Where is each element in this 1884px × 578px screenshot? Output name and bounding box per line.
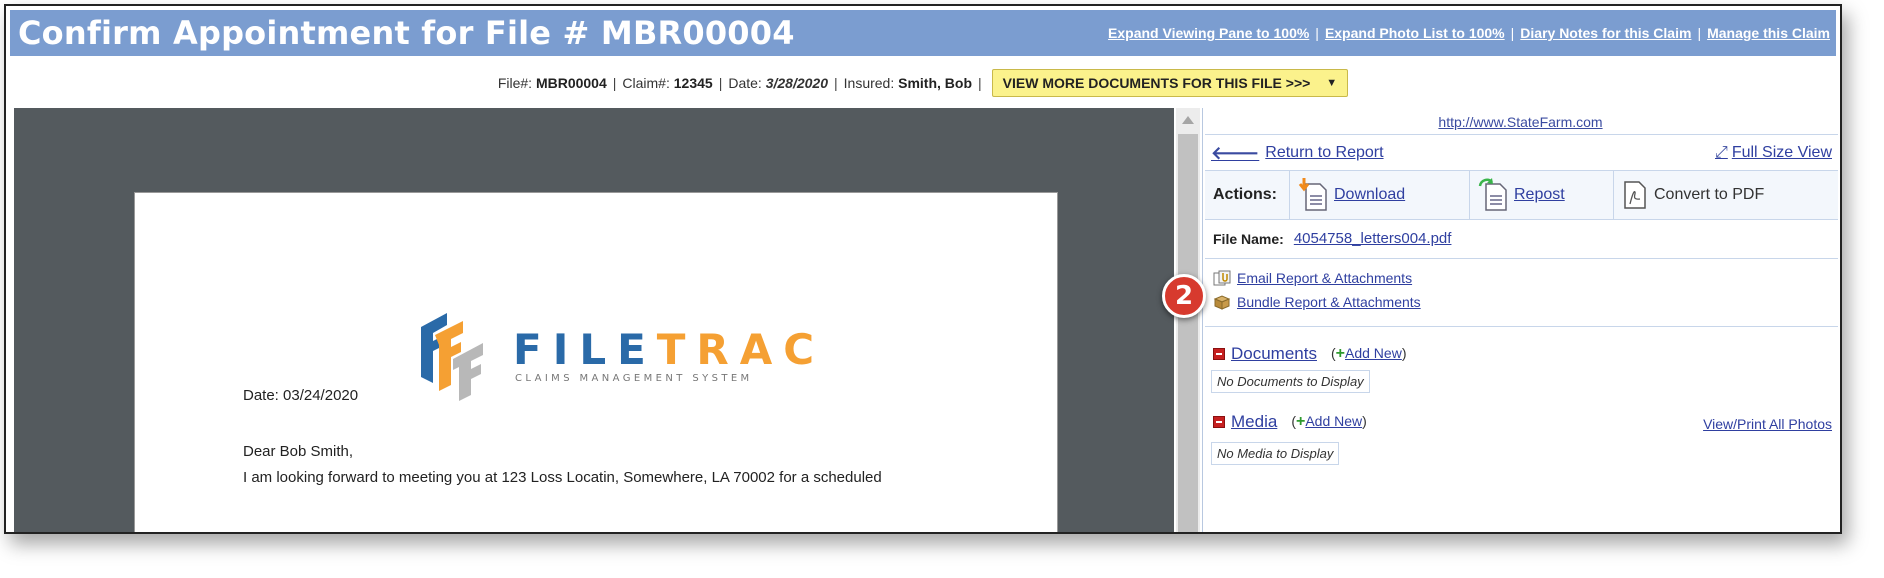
documents-section-header: Documents (+Add New) — [1213, 344, 1406, 364]
media-link[interactable]: Media — [1231, 412, 1277, 432]
repost-icon — [1478, 178, 1507, 211]
info-separator: | — [612, 75, 617, 91]
download-icon — [1298, 178, 1327, 211]
plus-icon: + — [1295, 413, 1306, 430]
date-value: 3/28/2020 — [765, 75, 828, 91]
view-print-all-photos-link[interactable]: View/Print All Photos — [1703, 416, 1832, 432]
letter-date: Date: 03/24/2020 — [243, 387, 359, 404]
title-bar: Confirm Appointment for File # MBR00004 … — [10, 10, 1836, 56]
file-name-label: File Name: — [1213, 230, 1284, 247]
download-link[interactable]: Download — [1334, 186, 1405, 204]
link-separator: | — [1697, 25, 1702, 41]
view-more-documents-label: VIEW MORE DOCUMENTS FOR THIS FILE >>> — [1002, 75, 1311, 91]
pdf-icon — [1624, 181, 1646, 209]
filetrac-logo-mark-icon — [421, 313, 483, 401]
media-section-header: Media (+Add New) — [1213, 412, 1367, 432]
filetrac-logo: FILETRAC CLAIMS MANAGEMENT SYSTEM — [413, 305, 814, 405]
info-separator: | — [718, 75, 723, 91]
documents-add-new-link[interactable]: Add New — [1345, 345, 1402, 361]
return-to-report-label: Return to Report — [1265, 144, 1384, 161]
insured-label: Insured: — [843, 75, 895, 91]
bundle-report-row: Bundle Report & Attachments — [1213, 294, 1421, 310]
top-links: Expand Viewing Pane to 100% | Expand Pho… — [1108, 25, 1830, 41]
report-side-panel: http://www.StateFarm.com 🡐 Return to Rep… — [1202, 108, 1838, 532]
logo-tagline: CLAIMS MANAGEMENT SYSTEM — [515, 373, 753, 384]
return-to-report-link[interactable]: 🡐 Return to Report — [1211, 143, 1384, 164]
letter-body: I am looking forward to meeting you at 1… — [243, 469, 882, 486]
repost-action[interactable]: Repost — [1469, 171, 1613, 219]
link-separator: | — [1315, 25, 1319, 41]
email-attach-icon — [1213, 270, 1231, 286]
step-number-badge: 2 — [1162, 274, 1206, 318]
document-page: FILETRAC CLAIMS MANAGEMENT SYSTEM Date: … — [134, 192, 1058, 532]
minus-icon[interactable] — [1213, 348, 1225, 360]
date-label: Date: — [728, 75, 762, 91]
app-window: Confirm Appointment for File # MBR00004 … — [4, 4, 1842, 534]
expand-icon: ⤢ — [1715, 144, 1728, 161]
scroll-up-icon[interactable] — [1182, 116, 1194, 124]
documents-link[interactable]: Documents — [1231, 344, 1317, 364]
file-number: MBR00004 — [535, 75, 607, 91]
expand-viewing-pane-link[interactable]: Expand Viewing Pane to 100% — [1108, 25, 1309, 41]
arrow-left-icon: 🡐 — [1211, 142, 1260, 163]
company-website-link[interactable]: http://www.StateFarm.com — [1203, 114, 1838, 130]
view-more-documents-button[interactable]: VIEW MORE DOCUMENTS FOR THIS FILE >>> ▼ — [991, 69, 1349, 97]
info-separator: | — [834, 75, 838, 91]
media-add-new: (+Add New) — [1291, 413, 1367, 430]
file-info-bar: File#: MBR00004 | Claim#: 12345 | Date: … — [6, 68, 1840, 98]
insured-name: Smith, Bob — [898, 75, 973, 91]
divider — [1205, 326, 1838, 327]
manage-claim-link[interactable]: Manage this Claim — [1707, 25, 1830, 41]
claim-label: Claim#: — [622, 75, 670, 91]
download-action[interactable]: Download — [1289, 171, 1469, 219]
full-size-view-link[interactable]: ⤢ Full Size View — [1715, 144, 1832, 162]
email-report-link[interactable]: Email Report & Attachments — [1237, 270, 1412, 286]
viewer-scrollbar[interactable] — [1176, 108, 1200, 532]
media-add-new-link[interactable]: Add New — [1305, 413, 1362, 429]
documents-add-new: (+Add New) — [1330, 345, 1407, 362]
file-name-row: File Name: 4054758_letters004.pdf — [1213, 230, 1451, 247]
divider — [1205, 134, 1838, 135]
document-viewer[interactable]: FILETRAC CLAIMS MANAGEMENT SYSTEM Date: … — [14, 108, 1174, 532]
file-label: File#: — [497, 75, 533, 91]
convert-pdf-action[interactable]: Convert to PDF — [1613, 171, 1838, 219]
media-empty-message: No Media to Display — [1211, 442, 1340, 465]
link-separator: | — [1510, 25, 1515, 41]
convert-pdf-label: Convert to PDF — [1654, 186, 1765, 203]
documents-empty-message: No Documents to Display — [1211, 370, 1370, 393]
bundle-report-link[interactable]: Bundle Report & Attachments — [1237, 294, 1421, 310]
info-separator: | — [978, 75, 982, 91]
bundle-box-icon — [1213, 295, 1231, 310]
logo-wordmark: FILETRAC — [513, 325, 826, 374]
plus-icon: + — [1335, 345, 1345, 362]
claim-number: 12345 — [673, 75, 713, 91]
repost-link[interactable]: Repost — [1514, 186, 1565, 204]
expand-photo-list-link[interactable]: Expand Photo List to 100% — [1325, 25, 1505, 41]
page-title: Confirm Appointment for File # MBR00004 — [18, 14, 795, 52]
email-report-row: Email Report & Attachments — [1213, 270, 1412, 286]
actions-bar: Actions: Download Repost Convert to PDF — [1205, 170, 1838, 220]
file-name-link[interactable]: 4054758_letters004.pdf — [1294, 230, 1452, 247]
divider — [1205, 258, 1838, 259]
scrollbar-thumb[interactable] — [1178, 134, 1198, 532]
panel-nav-row: 🡐 Return to Report ⤢ Full Size View — [1211, 140, 1832, 166]
full-size-view-label: Full Size View — [1731, 144, 1832, 161]
chevron-down-icon: ▼ — [1326, 77, 1338, 89]
minus-icon[interactable] — [1213, 416, 1225, 428]
diary-notes-link[interactable]: Diary Notes for this Claim — [1520, 25, 1691, 41]
actions-label: Actions: — [1213, 186, 1277, 203]
letter-greeting: Dear Bob Smith, — [243, 443, 354, 460]
